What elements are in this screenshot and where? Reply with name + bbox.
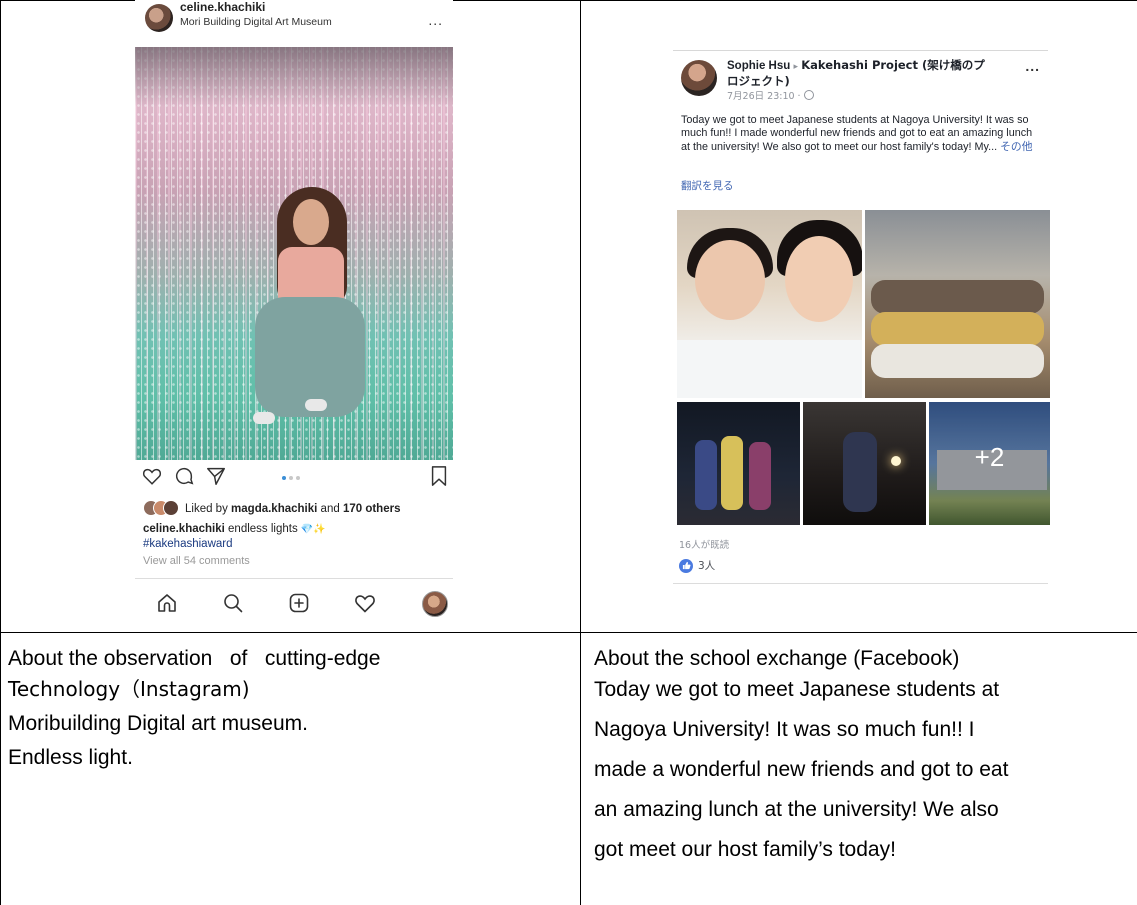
activity-heart-icon[interactable]: [353, 591, 377, 620]
right-caption-line-1: About the school exchange (Facebook): [594, 647, 960, 670]
search-icon[interactable]: [221, 591, 245, 620]
instagram-bottom-nav: [135, 585, 453, 621]
photo-more[interactable]: +2: [929, 402, 1050, 525]
hashtag-link[interactable]: #kakehashiaward: [143, 538, 233, 550]
photo-group[interactable]: [865, 210, 1050, 398]
translate-link[interactable]: 翻訳を見る: [681, 178, 734, 193]
carousel-indicator: [282, 476, 300, 480]
left-caption-line-2: Technology（Instagram): [8, 677, 250, 701]
more-photos-count: +2: [974, 442, 1005, 472]
facebook-post-header: Sophie Hsu ▸ Kakehashi Project (架け橋のプロジェ…: [727, 58, 985, 89]
table-border-middle: [580, 0, 581, 905]
heart-icon[interactable]: [141, 465, 163, 492]
profile-avatar[interactable]: [422, 591, 448, 617]
bookmark-icon[interactable]: [429, 465, 449, 492]
instagram-username[interactable]: celine.khachiki: [180, 0, 265, 14]
more-options-icon[interactable]: ...: [428, 12, 443, 28]
instagram-action-bar: [135, 465, 453, 493]
see-more-link[interactable]: その他: [1000, 140, 1032, 153]
photo-selfie[interactable]: [677, 210, 862, 398]
caption-emoji: 💎✨: [300, 524, 326, 535]
right-caption-line-5: an amazing lunch at the university! We a…: [594, 798, 999, 821]
right-caption-line-2: Today we got to meet Japanese students a…: [594, 678, 1000, 701]
like-icon: [679, 558, 693, 573]
seen-by-count[interactable]: 16人が既読: [679, 537, 729, 551]
facebook-author-avatar[interactable]: [681, 60, 717, 96]
left-caption-line-4: Endless light.: [8, 746, 133, 769]
post-timestamp[interactable]: 7月26日 23:10 ·: [727, 88, 814, 102]
right-caption-line-6: got meet our host family’s today!: [594, 838, 896, 861]
liked-by-avatars: [143, 500, 179, 516]
left-caption-line-1: About the observation of cutting-edge: [8, 647, 381, 670]
caption-username[interactable]: celine.khachiki: [143, 523, 225, 535]
instagram-author-avatar[interactable]: [145, 4, 173, 32]
table-border-left: [0, 0, 1, 905]
nav-divider: [135, 578, 453, 579]
liked-by-count[interactable]: 170 others: [343, 503, 401, 515]
share-icon[interactable]: [205, 465, 227, 492]
document-table: celine.khachiki Mori Building Digital Ar…: [0, 0, 1137, 905]
liked-by-line[interactable]: Liked by magda.khachiki and 170 others: [143, 500, 401, 516]
right-caption-line-4: made a wonderful new friends and got to …: [594, 758, 1009, 781]
like-count: 3人: [698, 560, 716, 572]
instagram-post-screenshot: celine.khachiki Mori Building Digital Ar…: [135, 0, 453, 632]
left-caption-line-3: Moribuilding Digital art museum.: [8, 712, 308, 735]
caption-text: endless lights: [228, 523, 298, 535]
arrow-icon: ▸: [793, 62, 798, 72]
right-caption-line-3: Nagoya University! It was so much fun!! …: [594, 718, 975, 741]
instagram-location[interactable]: Mori Building Digital Art Museum: [180, 16, 332, 28]
reaction-summary[interactable]: 3人: [679, 558, 715, 573]
instagram-post-header: celine.khachiki Mori Building Digital Ar…: [135, 0, 453, 46]
liked-by-user[interactable]: magda.khachiki: [231, 503, 317, 515]
more-options-icon[interactable]: ...: [1025, 58, 1040, 74]
photo-night[interactable]: [803, 402, 926, 525]
instagram-post-photo[interactable]: [135, 47, 453, 460]
globe-icon: [803, 90, 814, 100]
view-comments-link[interactable]: View all 54 comments: [143, 555, 250, 567]
photo-kimono[interactable]: [677, 402, 800, 525]
instagram-caption: celine.khachiki endless lights 💎✨ #kakeh…: [143, 522, 326, 551]
home-icon[interactable]: [155, 591, 179, 620]
add-post-icon[interactable]: [287, 591, 311, 620]
facebook-post-screenshot: Sophie Hsu ▸ Kakehashi Project (架け橋のプロジェ…: [673, 50, 1050, 590]
comment-icon[interactable]: [173, 465, 195, 492]
facebook-author-name[interactable]: Sophie Hsu: [727, 60, 790, 72]
facebook-post-text: Today we got to meet Japanese students a…: [681, 114, 1033, 154]
table-border-row-divider: [0, 632, 1137, 633]
